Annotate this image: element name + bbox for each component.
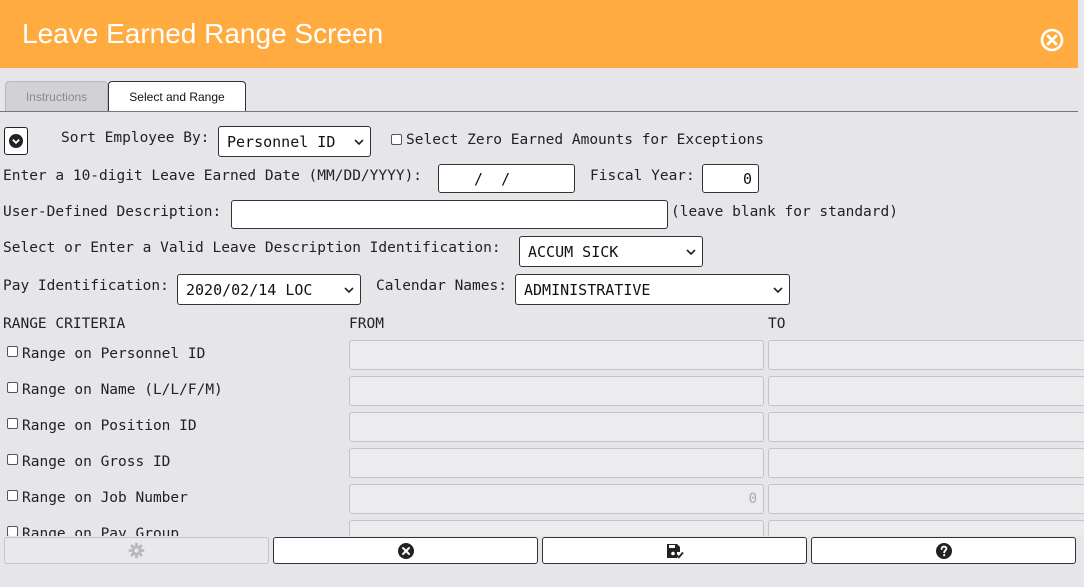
cancel-button[interactable] — [273, 537, 538, 564]
calendar-names-label: Calendar Names: — [376, 278, 507, 294]
range-checkbox-position-id[interactable] — [7, 418, 18, 429]
range-to-job-number[interactable] — [768, 484, 1084, 514]
range-criteria-header: RANGE CRITERIA — [3, 316, 126, 332]
leave-description-label: Select or Enter a Valid Leave Descriptio… — [3, 240, 501, 256]
date-input-value: / / — [465, 169, 511, 188]
page-title: Leave Earned Range Screen — [22, 18, 384, 49]
range-label-personnel-id: Range on Personnel ID — [22, 346, 206, 362]
sort-select-value: Personnel ID — [227, 132, 336, 151]
sort-select[interactable]: Personnel ID — [218, 126, 371, 157]
process-button[interactable] — [4, 537, 269, 564]
fiscal-year-value: 0 — [742, 169, 752, 188]
pay-identification-value: 2020/02/14 LOC — [186, 280, 313, 299]
tab-select-and-range[interactable]: Select and Range — [108, 81, 246, 112]
chevron-down-icon — [686, 248, 696, 255]
chevron-down-icon — [354, 138, 364, 145]
range-checkbox-pay-group[interactable] — [7, 526, 18, 536]
range-to-position-id[interactable] — [768, 412, 1084, 442]
range-checkbox-personnel-id[interactable] — [7, 346, 18, 357]
range-from-name[interactable] — [349, 376, 764, 406]
save-check-icon — [666, 543, 684, 559]
pay-identification-label: Pay Identification: — [3, 278, 169, 294]
range-label-position-id: Range on Position ID — [22, 418, 197, 434]
range-checkbox-gross-id[interactable] — [7, 454, 18, 465]
sort-label: Sort Employee By: — [61, 130, 210, 146]
collapse-toggle-button[interactable] — [4, 127, 28, 155]
range-from-value: 0 — [748, 491, 757, 507]
leave-earned-date-input[interactable]: / / — [438, 164, 575, 193]
help-circle-icon — [935, 542, 952, 559]
chevron-down-icon — [773, 286, 783, 293]
range-checkbox-name[interactable] — [7, 382, 18, 393]
range-to-pay-group[interactable] — [768, 520, 1084, 536]
tab-instructions[interactable]: Instructions — [5, 81, 108, 111]
description-label: User-Defined Description: — [3, 204, 222, 220]
calendar-names-value: ADMINISTRATIVE — [524, 280, 651, 299]
range-from-header: FROM — [349, 316, 384, 332]
form-scroll-area[interactable]: Sort Employee By: Personnel ID Select Ze… — [0, 112, 1084, 536]
range-to-gross-id[interactable] — [768, 448, 1084, 478]
zero-earned-checkbox[interactable] — [391, 134, 402, 145]
gear-icon — [128, 542, 145, 559]
date-label: Enter a 10-digit Leave Earned Date (MM/D… — [3, 168, 423, 184]
fiscal-year-label: Fiscal Year: — [590, 168, 695, 184]
range-from-job-number[interactable]: 0 — [349, 484, 764, 514]
range-from-personnel-id[interactable] — [349, 340, 764, 370]
chevron-down-circle-icon — [9, 134, 23, 148]
range-to-personnel-id[interactable] — [768, 340, 1084, 370]
range-label-gross-id: Range on Gross ID — [22, 454, 171, 470]
range-from-position-id[interactable] — [349, 412, 764, 442]
description-input[interactable] — [231, 200, 668, 229]
range-to-name[interactable] — [768, 376, 1084, 406]
range-label-job-number: Range on Job Number — [22, 490, 188, 506]
range-label-pay-group: Range on Pay Group — [22, 526, 180, 536]
range-from-gross-id[interactable] — [349, 448, 764, 478]
title-bar: Leave Earned Range Screen — [0, 0, 1078, 68]
calendar-names-select[interactable]: ADMINISTRATIVE — [515, 274, 790, 305]
save-button[interactable] — [542, 537, 807, 564]
chevron-down-icon — [344, 286, 354, 293]
close-circle-icon[interactable] — [1040, 28, 1064, 52]
range-from-pay-group[interactable] — [349, 520, 764, 536]
range-to-header: TO — [768, 316, 786, 332]
range-checkbox-job-number[interactable] — [7, 490, 18, 501]
range-label-name: Range on Name (L/L/F/M) — [22, 382, 223, 398]
fiscal-year-input[interactable]: 0 — [702, 164, 759, 193]
description-hint: (leave blank for standard) — [671, 204, 898, 220]
zero-earned-label: Select Zero Earned Amounts for Exception… — [406, 132, 764, 148]
cancel-circle-icon — [397, 542, 414, 559]
help-button[interactable] — [811, 537, 1076, 564]
leave-description-value: ACCUM SICK — [528, 242, 619, 261]
pay-identification-select[interactable]: 2020/02/14 LOC — [177, 274, 361, 305]
leave-description-select[interactable]: ACCUM SICK — [519, 236, 703, 267]
